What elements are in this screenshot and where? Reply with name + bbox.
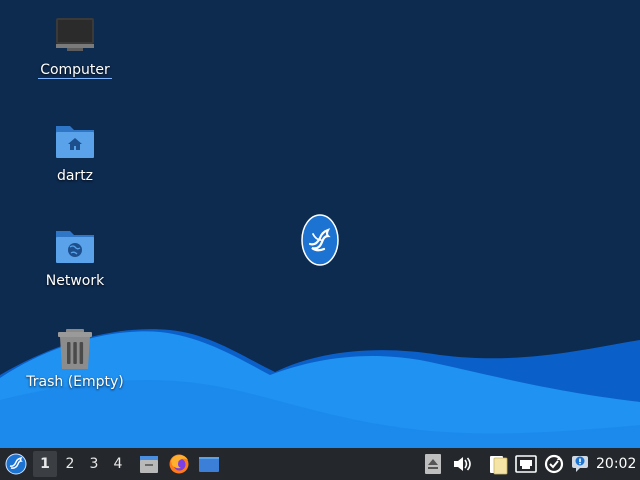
network-button[interactable] <box>514 448 538 480</box>
lubuntu-start-icon <box>5 453 27 475</box>
firefox-icon <box>169 454 189 474</box>
network-folder-icon <box>53 225 97 265</box>
network-icon <box>515 455 537 473</box>
notification-button[interactable] <box>568 448 592 480</box>
start-menu-button[interactable] <box>0 448 32 480</box>
workspace-4-button[interactable]: 4 <box>106 448 130 480</box>
home-folder-icon <box>53 120 97 160</box>
desktop-icon-trash[interactable]: Trash (Empty) <box>25 329 125 390</box>
clipboard-button[interactable] <box>486 448 510 480</box>
update-button[interactable] <box>542 448 566 480</box>
desktop-icon-label: Network <box>45 273 105 289</box>
desktop-icon-network[interactable]: Network <box>25 225 125 289</box>
lubuntu-logo <box>300 214 340 266</box>
desktop-icon-home-folder[interactable]: dartz <box>25 120 125 184</box>
workspace-1-button[interactable]: 1 <box>33 451 57 477</box>
clipboard-icon <box>490 456 508 475</box>
show-desktop-button[interactable] <box>194 448 224 480</box>
eject-button[interactable] <box>422 448 444 480</box>
update-icon <box>544 454 564 474</box>
workspace-3-button[interactable]: 3 <box>82 448 106 480</box>
show-desktop-icon <box>199 457 219 472</box>
clock[interactable]: 20:02 <box>596 448 636 480</box>
desktop-icon-computer[interactable]: Computer <box>25 14 125 79</box>
computer-icon <box>53 14 97 54</box>
eject-icon <box>425 454 441 474</box>
firefox-launcher[interactable] <box>164 448 194 480</box>
desktop-icon-label: dartz <box>56 168 94 184</box>
volume-button[interactable] <box>450 448 474 480</box>
workspace-2-button[interactable]: 2 <box>58 448 82 480</box>
desktop: Computer dartz Network Trash (Empty) <box>0 0 640 448</box>
file-manager-launcher[interactable] <box>134 448 164 480</box>
file-manager-icon <box>140 456 158 473</box>
taskbar: 1 2 3 4 20:02 <box>0 448 640 480</box>
trash-icon <box>53 329 97 370</box>
desktop-icon-label: Trash (Empty) <box>26 374 124 390</box>
desktop-icon-label: Computer <box>38 62 112 79</box>
volume-icon <box>454 457 471 471</box>
notification-icon <box>572 456 588 472</box>
